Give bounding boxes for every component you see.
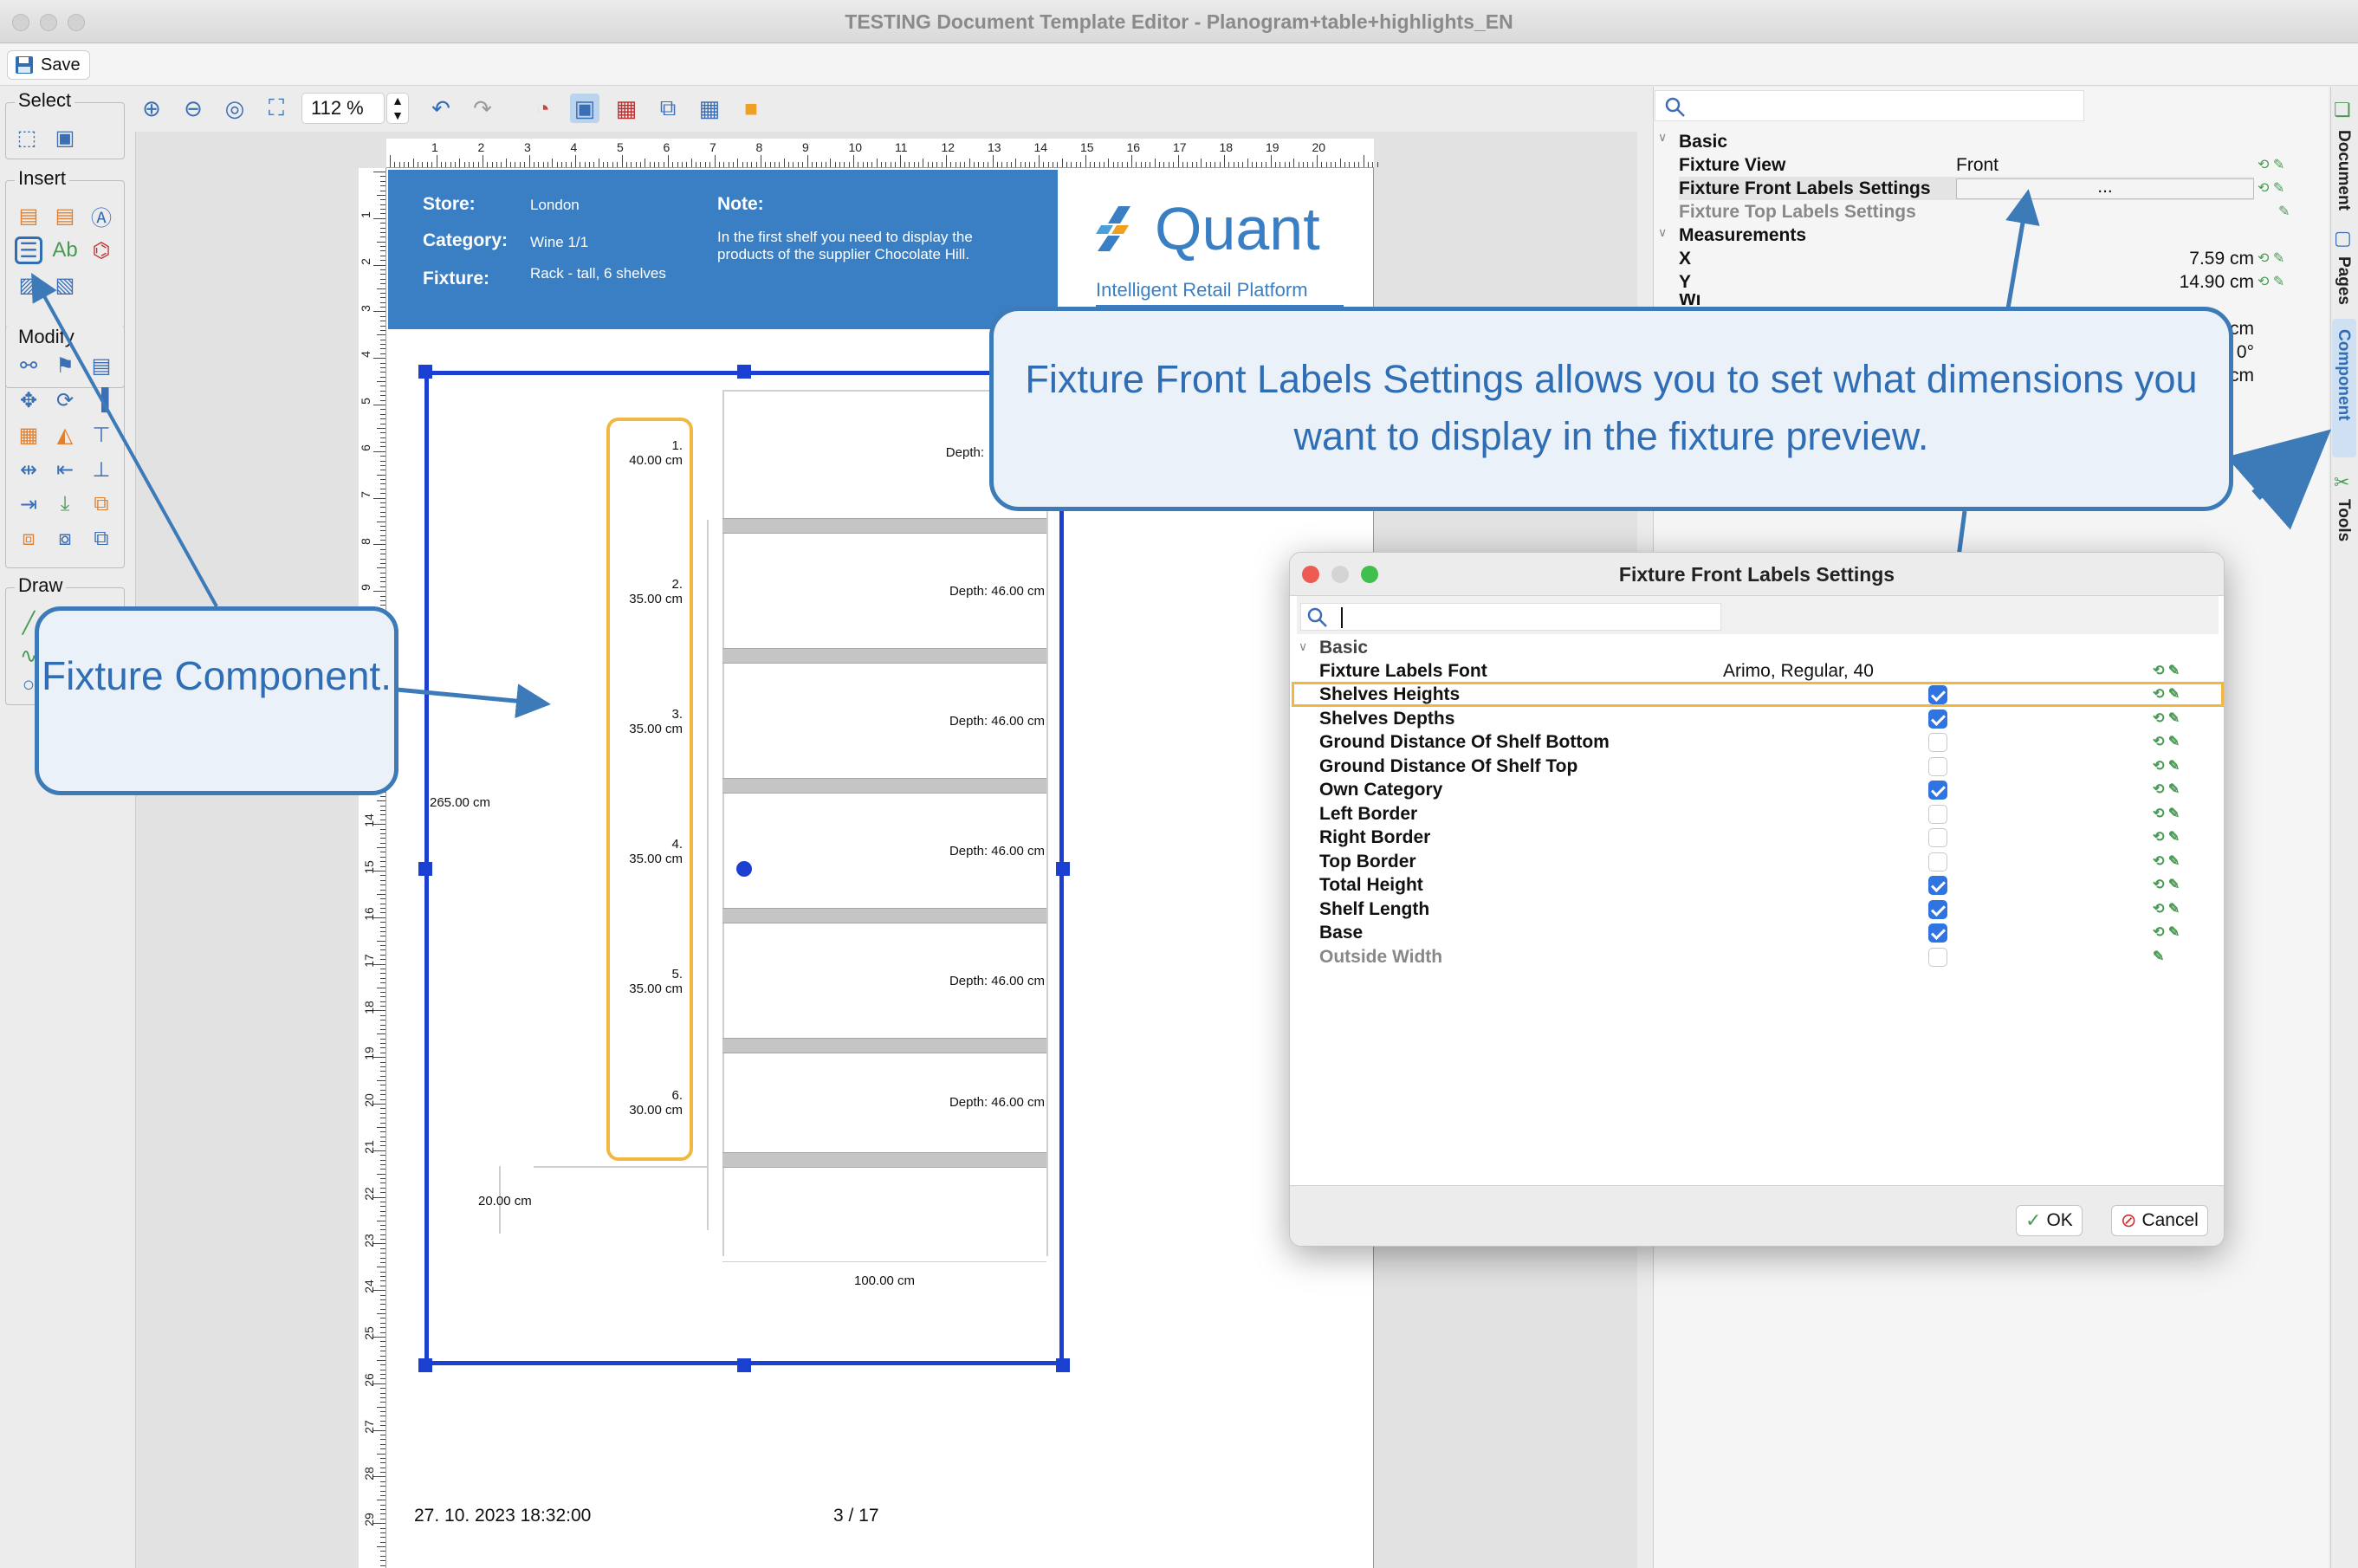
callout-front-labels: Fixture Front Labels Settings allows you… — [989, 307, 2233, 511]
option-row[interactable]: Top Border ⟲ ✎ — [1290, 850, 2224, 873]
option-checkbox[interactable] — [1928, 852, 1947, 871]
option-label: Right Border — [1319, 827, 1431, 847]
reset-icon[interactable]: ⟲ ✎ — [2153, 900, 2180, 917]
callout-fixture-component: Fixture Component. — [35, 606, 398, 795]
option-checkbox[interactable] — [1928, 781, 1947, 800]
option-label: Base — [1319, 923, 1364, 943]
reset-icon[interactable]: ⟲ ✎ — [2153, 923, 2180, 941]
option-row[interactable]: Base ⟲ ✎ — [1290, 921, 2224, 944]
cancel-label: Cancel — [2141, 1210, 2199, 1230]
dialog-section-basic: Basic — [1319, 638, 1369, 658]
option-row[interactable]: Shelves Depths ⟲ ✎ — [1290, 707, 2224, 730]
option-checkbox[interactable] — [1928, 733, 1947, 752]
dialog-footer: ✓ OK ⊘ Cancel — [1290, 1185, 2224, 1246]
option-label: Total Height — [1319, 875, 1423, 895]
option-label: Top Border — [1319, 851, 1416, 871]
reset-icon[interactable]: ⟲ ✎ — [2153, 828, 2180, 846]
reset-icon[interactable]: ⟲ ✎ — [2153, 852, 2180, 870]
dialog-titlebar: Fixture Front Labels Settings — [1290, 553, 2224, 596]
dialog-title: Fixture Front Labels Settings — [1618, 563, 1895, 586]
option-label: Left Border — [1319, 803, 1418, 824]
reset-icon[interactable]: ✎ — [2153, 948, 2164, 965]
option-row[interactable]: Own Category ⟲ ✎ — [1290, 778, 2224, 801]
font-label: Fixture Labels Font — [1319, 661, 1487, 681]
search-icon — [1307, 607, 1327, 627]
option-checkbox[interactable] — [1928, 899, 1947, 919]
option-label: Ground Distance Of Shelf Top — [1319, 755, 1578, 776]
option-row[interactable]: Ground Distance Of Shelf Bottom ⟲ ✎ — [1290, 730, 2224, 754]
option-checkbox[interactable] — [1928, 804, 1947, 824]
reset-icon[interactable]: ⟲ ✎ — [2153, 733, 2180, 750]
option-label: Ground Distance Of Shelf Bottom — [1319, 732, 1610, 752]
option-checkbox[interactable] — [1928, 709, 1947, 729]
reset-icon[interactable]: ⟲ ✎ — [2153, 709, 2180, 727]
option-label: Outside Width — [1319, 946, 1443, 967]
shelves-heights-highlight — [1292, 682, 2224, 707]
cancel-button[interactable]: ⊘ Cancel — [2111, 1205, 2208, 1236]
option-row[interactable]: Left Border ⟲ ✎ — [1290, 802, 2224, 826]
option-row[interactable]: Right Border ⟲ ✎ — [1290, 826, 2224, 849]
reset-icon[interactable]: ⟲ ✎ — [2153, 805, 2180, 822]
option-checkbox[interactable] — [1928, 923, 1947, 943]
option-label: Shelves Depths — [1319, 708, 1455, 729]
option-row[interactable]: Total Height ⟲ ✎ — [1290, 873, 2224, 897]
font-row[interactable]: Fixture Labels Font Arimo, Regular, 40 ⟲… — [1290, 659, 2224, 683]
cancel-icon: ⊘ — [2121, 1209, 2137, 1231]
front-labels-dialog[interactable]: Fixture Front Labels Settings ∨ Basic Fi… — [1289, 552, 2225, 1247]
option-row[interactable]: Outside Width ✎ — [1290, 945, 2224, 969]
ok-button[interactable]: ✓ OK — [2016, 1205, 2083, 1236]
dialog-search-bar — [1297, 596, 2219, 634]
option-checkbox[interactable] — [1928, 756, 1947, 776]
option-label: Shelf Length — [1319, 898, 1430, 919]
reset-icon[interactable]: ⟲ ✎ — [2153, 781, 2180, 798]
reset-icon[interactable]: ⟲ ✎ — [2153, 757, 2180, 774]
option-row[interactable]: Ground Distance Of Shelf Top ⟲ ✎ — [1290, 755, 2224, 778]
font-value[interactable]: Arimo, Regular, 40 — [1723, 661, 1874, 682]
option-row[interactable]: Shelf Length ⟲ ✎ — [1290, 897, 2224, 921]
check-icon: ✓ — [2025, 1209, 2042, 1231]
reset-icon[interactable]: ⟲ ✎ — [2153, 876, 2180, 893]
option-checkbox[interactable] — [1928, 876, 1947, 895]
ok-label: OK — [2046, 1210, 2073, 1230]
text-cursor — [1341, 607, 1343, 628]
reset-icon[interactable]: ⟲ ✎ — [2153, 662, 2180, 679]
option-label: Own Category — [1319, 780, 1443, 800]
option-checkbox[interactable] — [1928, 947, 1947, 967]
dialog-search-input[interactable] — [1300, 603, 1721, 631]
option-checkbox[interactable] — [1928, 828, 1947, 847]
